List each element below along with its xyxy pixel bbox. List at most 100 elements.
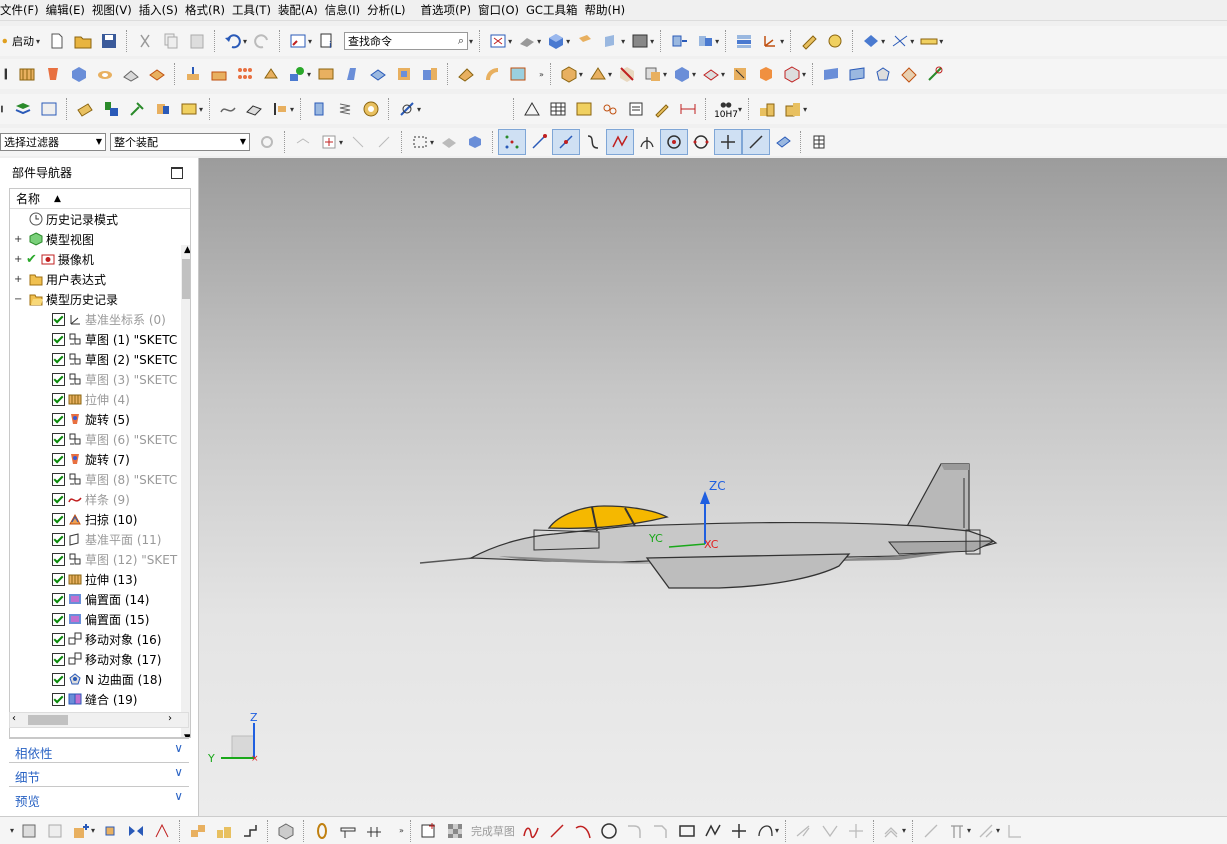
curve-button[interactable] xyxy=(215,97,241,121)
visibility-checkbox[interactable] xyxy=(52,552,65,566)
column-header-name[interactable]: 名称 ▲ xyxy=(10,189,190,209)
select-feature-button[interactable] xyxy=(290,130,316,154)
tree-node-history-mode[interactable]: 历史记录模式 xyxy=(10,209,190,229)
tree-feature-row[interactable]: 草图 (3) "SKETC xyxy=(10,369,190,389)
menu-tools[interactable]: 工具(T) xyxy=(232,2,278,18)
gc-spring-button[interactable] xyxy=(332,97,358,121)
surface-patch-button[interactable] xyxy=(241,97,267,121)
tree-feature-row[interactable]: 缝合 (19) xyxy=(10,689,190,709)
block-button[interactable] xyxy=(66,62,92,86)
object-display-button[interactable] xyxy=(796,29,822,53)
info-button[interactable]: i xyxy=(314,29,340,53)
point-on-curve-button[interactable] xyxy=(742,129,771,155)
make-corner-button[interactable] xyxy=(843,819,869,843)
suppress-feature-button[interactable] xyxy=(614,62,640,86)
scroll-up-icon[interactable]: ▲ xyxy=(184,245,190,255)
scale-body-button[interactable] xyxy=(417,62,443,86)
select-body-button[interactable] xyxy=(345,130,371,154)
assembly-load-button[interactable] xyxy=(16,819,42,843)
extrude-button[interactable] xyxy=(14,62,40,86)
boss-button[interactable] xyxy=(118,62,144,86)
polygon-button[interactable] xyxy=(700,819,726,843)
chevron-down-icon[interactable]: ▾ xyxy=(721,70,725,79)
tree-node-model-views[interactable]: + 模型视图 xyxy=(10,229,190,249)
add-component-button[interactable] xyxy=(124,97,150,121)
chevron-down-icon[interactable]: ▾ xyxy=(902,826,906,835)
scroll-thumb[interactable] xyxy=(182,259,190,299)
section-view-button[interactable] xyxy=(572,29,598,53)
tree-node-model-history[interactable]: − 模型历史记录 xyxy=(10,289,190,309)
shaded-select-button[interactable] xyxy=(462,130,488,154)
menu-file[interactable]: 文件(F) xyxy=(0,2,46,18)
model-canvas[interactable]: ZC YC XC Z Y × xyxy=(199,158,1227,816)
end-point-button[interactable] xyxy=(526,130,552,154)
replace-face-button[interactable] xyxy=(753,62,779,86)
chevron-down-icon[interactable]: ▾ xyxy=(967,826,971,835)
tree-feature-row[interactable]: 草图 (1) "SKETC xyxy=(10,329,190,349)
line-button[interactable] xyxy=(544,819,570,843)
holes-table-button[interactable] xyxy=(597,97,623,121)
exploded-view-button[interactable] xyxy=(185,819,211,843)
aircraft-model[interactable] xyxy=(419,463,998,589)
chevron-down-icon[interactable]: ▾ xyxy=(307,70,311,79)
chevron-down-icon[interactable]: ▾ xyxy=(738,105,742,114)
menu-assemblies[interactable]: 装配(A) xyxy=(278,2,325,18)
arc-button[interactable] xyxy=(570,819,596,843)
tree-feature-row[interactable]: 旋转 (7) xyxy=(10,449,190,469)
graphics-window[interactable]: ZC YC XC Z Y × xyxy=(199,158,1227,816)
menu-preferences[interactable]: 首选项(P) xyxy=(421,2,478,18)
maximize-icon[interactable] xyxy=(171,167,183,179)
fillet-button[interactable] xyxy=(622,819,648,843)
rectangle-button[interactable] xyxy=(674,819,700,843)
fit-tolerance-button[interactable]: 10H7 xyxy=(711,97,741,121)
snap-points-button[interactable] xyxy=(498,129,527,155)
visibility-checkbox[interactable] xyxy=(52,332,65,346)
chamfer-button[interactable] xyxy=(648,819,674,843)
chevron-down-icon[interactable]: ▾ xyxy=(430,138,434,147)
check-clearance-button[interactable] xyxy=(149,819,175,843)
existing-point-button[interactable] xyxy=(714,129,743,155)
cut-button[interactable] xyxy=(132,29,158,53)
offset-face-button[interactable] xyxy=(391,62,417,86)
assembly-scope-select[interactable]: 整个装配 ▼ xyxy=(110,133,250,151)
scroll-left-icon[interactable]: ‹ xyxy=(12,713,16,724)
visibility-checkbox[interactable] xyxy=(52,492,65,506)
emboss-button[interactable] xyxy=(180,62,206,86)
tree-feature-row[interactable]: 草图 (2) "SKETC xyxy=(10,349,190,369)
mid-point-button[interactable] xyxy=(552,129,581,155)
x-form-button[interactable] xyxy=(922,62,948,86)
thicken-button[interactable] xyxy=(453,62,479,86)
menu-gc-toolkit[interactable]: GC工具箱 xyxy=(526,2,584,18)
search-icon[interactable]: ⌕ xyxy=(458,34,464,48)
chevron-down-icon[interactable]: » xyxy=(539,70,544,79)
chevron-down-icon[interactable]: ▾ xyxy=(802,70,806,79)
mirror-curve-button[interactable] xyxy=(918,819,944,843)
surface-button[interactable] xyxy=(818,62,844,86)
command-search-input[interactable]: 查找命令 ⌕ xyxy=(344,32,469,50)
chevron-down-icon[interactable]: ▾ xyxy=(663,70,667,79)
quick-trim-button[interactable] xyxy=(791,819,817,843)
open-button[interactable] xyxy=(70,29,96,53)
visibility-checkbox[interactable] xyxy=(52,572,65,586)
chevron-down-icon[interactable]: ▾ xyxy=(803,105,807,114)
tree-feature-row[interactable]: 旋转 (5) xyxy=(10,409,190,429)
visibility-checkbox[interactable] xyxy=(52,532,65,546)
unite-button[interactable] xyxy=(206,62,232,86)
styled-sweep-button[interactable] xyxy=(896,62,922,86)
section-preview[interactable]: 预览 ∨ xyxy=(9,786,189,809)
tree-feature-row[interactable]: 拉伸 (4) xyxy=(10,389,190,409)
visibility-checkbox[interactable] xyxy=(52,372,65,386)
chevron-down-icon[interactable]: ▾ xyxy=(537,37,541,46)
weight-button[interactable] xyxy=(754,97,780,121)
link-button[interactable] xyxy=(309,819,335,843)
visibility-checkbox[interactable] xyxy=(52,452,65,466)
sketch-button[interactable] xyxy=(0,62,14,86)
tree-feature-row[interactable]: 偏置面 (14) xyxy=(10,589,190,609)
point-on-surface-button[interactable] xyxy=(770,130,796,154)
menu-view[interactable]: 视图(V) xyxy=(92,2,139,18)
chevron-down-icon[interactable]: ▾ xyxy=(939,37,943,46)
revolve-button[interactable] xyxy=(40,62,66,86)
chevron-down-icon[interactable]: ▾ xyxy=(650,37,654,46)
chevron-down-icon[interactable]: ▾ xyxy=(579,70,583,79)
show-constraints-button[interactable] xyxy=(1002,819,1028,843)
